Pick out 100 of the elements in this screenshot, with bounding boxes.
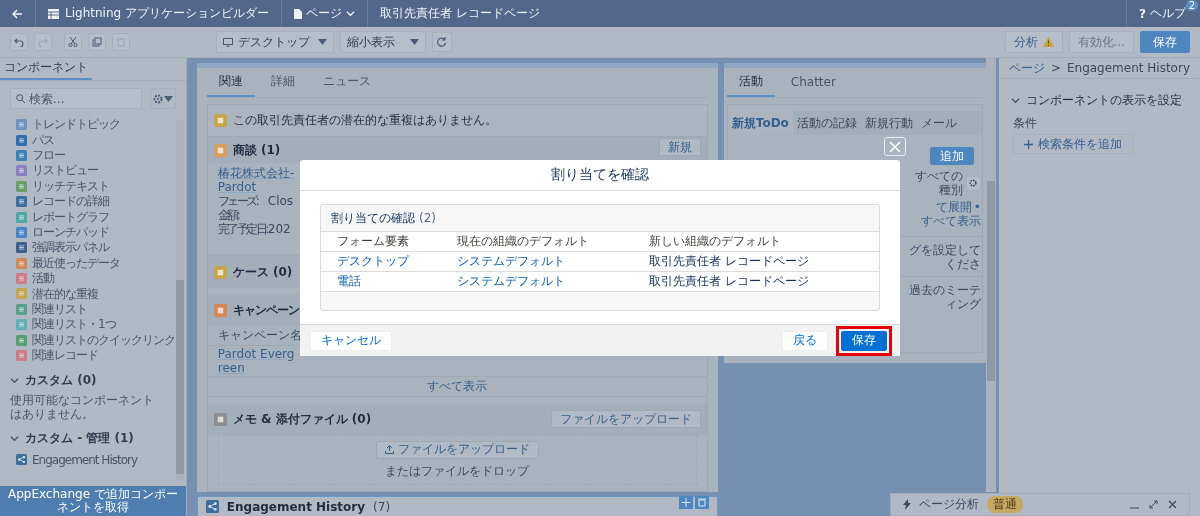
empty-message: 使用可能なコンポーネントはありません。 (9, 392, 155, 422)
new-button[interactable]: 新規 (658, 138, 701, 156)
tab[interactable]: メール (916, 111, 961, 135)
tab[interactable]: Chatter (778, 68, 848, 97)
column-header: フォーム要素 (337, 233, 410, 250)
drop-hint: またはファイルをドロップ (385, 462, 530, 480)
table-cell-text: 電話 (337, 273, 362, 290)
modal-title: 割り当てを確認 (551, 166, 649, 184)
component-item[interactable]: トレンドトピック (16, 117, 120, 133)
tab[interactable]: ニュース (310, 68, 383, 97)
component-item[interactable]: 強調表示パネル (16, 240, 109, 256)
view-all-link[interactable]: すべて表示 (427, 378, 488, 395)
device-dropdown[interactable]: デスクトップ (216, 31, 334, 53)
appexchange-button[interactable]: AppExchange で追加コンポーネントを取得 (0, 486, 186, 516)
card-title: メモ & 添付ファイル (0) (232, 410, 372, 428)
caret-icon (163, 95, 173, 102)
component-item[interactable]: レポートグラフ (16, 209, 109, 225)
component-item[interactable]: ローンチパッド (16, 224, 109, 241)
chevron-down-icon (10, 434, 19, 444)
chevron-down-icon (10, 376, 19, 386)
tab[interactable]: 活動の記録 (792, 111, 861, 135)
share-icon (205, 500, 219, 513)
record-count: (2) (419, 211, 436, 225)
settings-button[interactable] (149, 88, 176, 109)
expand-icon[interactable] (1149, 500, 1158, 509)
tab[interactable]: 新規ToDo (727, 111, 793, 135)
component-item[interactable]: パス (16, 132, 54, 148)
upload-files-button[interactable]: ファイルをアップロード (375, 440, 539, 459)
help-link[interactable]: ? ヘルプ 2 (1126, 0, 1200, 27)
cancel-button[interactable]: キャンセル (310, 330, 392, 351)
back-button[interactable]: 戻る (782, 330, 828, 351)
record-count: (7) (373, 500, 391, 514)
back-arrow-icon[interactable] (12, 8, 23, 19)
component-item[interactable]: 関連リストのクイックリンク (16, 332, 175, 348)
app-title: Lightning アプリケーションビルダー (65, 5, 269, 22)
warning-icon (1042, 37, 1054, 47)
component-item[interactable]: フロー (16, 147, 65, 164)
component-item[interactable]: Engagement History (16, 452, 138, 468)
component-item[interactable]: 活動 (16, 270, 54, 287)
record-link[interactable]: 椿花株式会社-Pardot (217, 166, 296, 194)
table-cell-text: システムデフォルト (457, 273, 566, 290)
page-menu[interactable]: ページ (293, 5, 355, 22)
field-label: 完了予定日: (217, 222, 268, 236)
components-tab[interactable]: コンポーネント (0, 59, 92, 80)
add-button[interactable]: 追加 (929, 147, 974, 165)
caret-icon (410, 39, 419, 45)
tab[interactable]: 新規行動 (860, 111, 917, 135)
plus-icon (1023, 139, 1033, 149)
move-icon[interactable] (678, 496, 693, 509)
table-cell-text: 取引先責任者 レコードページ (649, 253, 810, 270)
component-item[interactable]: 最近使ったデータ (16, 255, 120, 271)
scrollbar[interactable] (176, 120, 184, 480)
settings-button[interactable] (965, 175, 981, 191)
column-header: 新しい組織のデフォルト (649, 233, 782, 250)
search-field[interactable]: 検索... (10, 88, 142, 109)
section-header[interactable]: カスタム - 管理 (1) (0, 430, 186, 448)
component-item[interactable]: リッチテキスト (16, 178, 109, 194)
component-item[interactable]: 関連レコード (16, 347, 98, 364)
card-title: 割り当ての確認 (331, 209, 415, 227)
component-item[interactable]: 潜在的な重複 (16, 286, 98, 302)
section-header[interactable]: カスタム (0) (0, 372, 186, 390)
component-item[interactable]: レコードの詳細 (16, 193, 109, 210)
expand-link[interactable]: て展開 (935, 200, 972, 214)
tab[interactable]: 詳細 (258, 68, 307, 97)
breadcrumb-link[interactable]: ページ (1008, 59, 1045, 77)
component-item[interactable]: 関連リスト・1つ (16, 317, 116, 333)
campaign-link[interactable]: Pardot Evergreen (217, 347, 296, 375)
trash-icon[interactable] (694, 496, 709, 509)
breadcrumb-current: Engagement History (1066, 61, 1190, 75)
view-dropdown[interactable]: 縮小表示 (340, 31, 426, 53)
save-button[interactable]: 保存 (841, 330, 887, 351)
add-filter-button[interactable]: 検索条件を追加 (1012, 134, 1133, 154)
component-item[interactable]: 関連リスト (16, 301, 87, 318)
copy-icon[interactable] (88, 33, 106, 51)
save-button[interactable]: 保存 (1140, 31, 1190, 53)
cut-icon[interactable] (64, 33, 82, 51)
refresh-icon[interactable] (432, 32, 452, 52)
search-icon (16, 94, 25, 103)
table-cell-text: デスクトップ (337, 253, 411, 270)
close-icon[interactable] (1168, 500, 1177, 509)
upload-icon (384, 445, 394, 454)
component-item[interactable]: リストビュー (16, 163, 98, 179)
undo-icon[interactable] (10, 33, 28, 51)
tab[interactable]: 関連 (206, 68, 255, 97)
lightning-icon (903, 499, 911, 510)
scrollbar[interactable] (985, 58, 996, 492)
field-label: 金額: (217, 208, 240, 222)
drop-zone[interactable]: ファイルをアップロード またはファイルをドロップ (217, 435, 697, 485)
upload-files-button[interactable]: ファイルをアップロード (550, 410, 701, 428)
tab[interactable]: 活動 (726, 68, 775, 97)
view-all-link[interactable]: すべて表示 (920, 214, 981, 228)
upcoming-text: グを設定してくださ (907, 242, 981, 271)
gear-icon (969, 179, 978, 187)
section-header[interactable]: コンポーネントの表示を設定 (998, 79, 1200, 109)
analyze-button[interactable]: 分析 (1004, 31, 1063, 53)
component-card[interactable]: Engagement History (7) (196, 496, 718, 516)
conditions-label: 条件 (1011, 115, 1038, 132)
card-title: 商談 (1) (232, 141, 281, 159)
table-icon (48, 8, 59, 19)
close-button[interactable] (884, 137, 906, 156)
